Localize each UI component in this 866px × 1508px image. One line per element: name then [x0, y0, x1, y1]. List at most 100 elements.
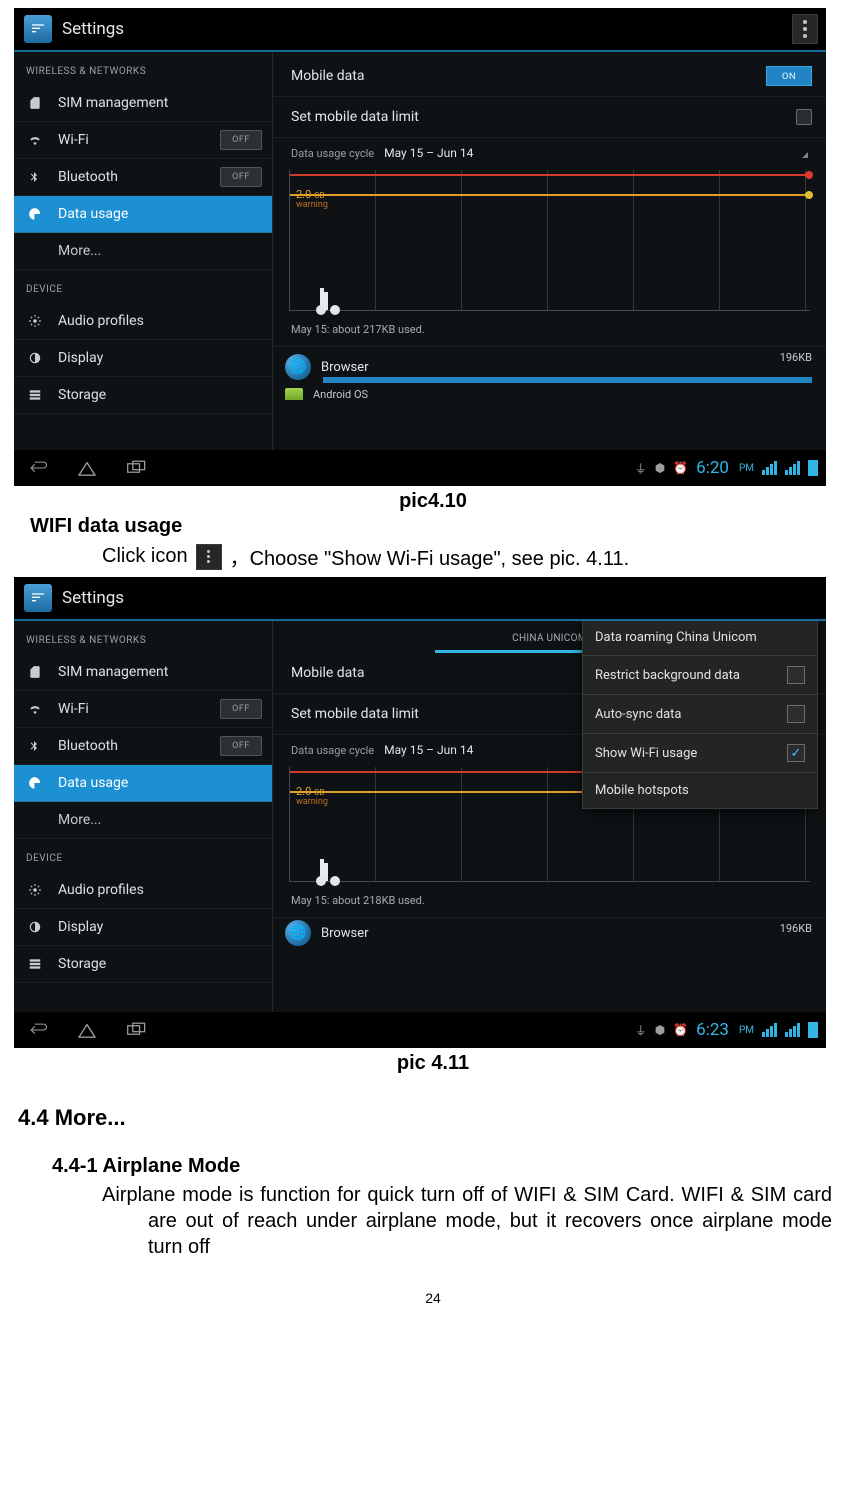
instr-pre: Click icon [102, 545, 188, 568]
settings-icon [24, 584, 52, 612]
menu-restrict-background[interactable]: Restrict background data [583, 656, 817, 695]
row-cycle[interactable]: Data usage cycle May 15 – Jun 14 [273, 138, 826, 164]
bluetooth-toggle[interactable]: OFF [220, 736, 262, 756]
home-button[interactable] [74, 455, 100, 481]
overflow-menu-button[interactable] [792, 14, 818, 44]
sidebar-item-storage[interactable]: Storage [14, 377, 272, 414]
range-handle-left[interactable] [316, 876, 326, 886]
sidebar-item-display[interactable]: Display [14, 340, 272, 377]
clock-time: 6:23 [696, 1020, 729, 1040]
sidebar-item-wifi[interactable]: Wi-Fi OFF [14, 122, 272, 159]
page-number: 24 [12, 1290, 854, 1306]
recents-button[interactable] [124, 1017, 150, 1043]
app-name: Android OS [313, 388, 368, 401]
sidebar-item-data-usage[interactable]: Data usage [14, 765, 272, 802]
home-button[interactable] [74, 1017, 100, 1043]
bluetooth-icon [28, 170, 46, 184]
set-limit-checkbox[interactable] [796, 109, 812, 125]
clock-time: 6:20 [696, 458, 729, 478]
mobile-data-toggle[interactable]: ON [766, 66, 812, 86]
row-mobile-data[interactable]: Mobile data ON [273, 56, 826, 97]
section-4-4: 4.4 More... [18, 1105, 854, 1131]
menu-auto-sync[interactable]: Auto-sync data [583, 695, 817, 734]
sidebar-item-more[interactable]: More... [14, 233, 272, 270]
sidebar-item-bluetooth[interactable]: Bluetooth OFF [14, 159, 272, 196]
sim-icon [28, 665, 46, 679]
limit-handle[interactable] [805, 171, 813, 179]
sidebar-item-display[interactable]: Display [14, 909, 272, 946]
range-handle-left[interactable] [316, 305, 326, 315]
status-tray[interactable]: ⏚ ⬢ ⏰ 6:20PM [635, 450, 818, 486]
range-handle-right[interactable] [330, 305, 340, 315]
sidebar-item-audio[interactable]: Audio profiles [14, 303, 272, 340]
app-usage-row-browser[interactable]: 🌐 Browser 196KB [273, 917, 826, 946]
limit-line[interactable] [290, 174, 810, 176]
sidebar-item-audio[interactable]: Audio profiles [14, 872, 272, 909]
back-button[interactable] [24, 455, 50, 481]
checkbox-show-wifi[interactable]: ✓ [787, 744, 805, 762]
wifi-icon [28, 702, 46, 716]
debug-icon: ⬢ [655, 461, 665, 475]
sidebar-item-label: SIM management [58, 95, 168, 111]
section-label-device: DEVICE [14, 270, 272, 303]
warning-label: warning [296, 797, 328, 807]
menu-data-roaming[interactable]: Data roaming China Unicom [583, 621, 817, 656]
overflow-menu: Data roaming China Unicom Restrict backg… [582, 621, 818, 809]
app-title: Settings [62, 588, 124, 608]
app-usage-row-browser[interactable]: 🌐 Browser 196KB [273, 346, 826, 385]
sidebar-item-label: Storage [58, 956, 106, 972]
figure-caption-1: pic4.10 [12, 490, 854, 513]
battery-icon [808, 1022, 818, 1038]
cycle-label: Data usage cycle [291, 147, 374, 160]
sidebar-item-data-usage[interactable]: Data usage [14, 196, 272, 233]
menu-mobile-hotspots[interactable]: Mobile hotspots [583, 773, 817, 808]
android-icon [285, 388, 303, 400]
menu-item-label: Restrict background data [595, 668, 740, 683]
checkbox-autosync[interactable] [787, 705, 805, 723]
display-icon [28, 920, 46, 934]
sidebar-item-sim[interactable]: SIM management [14, 654, 272, 691]
row-label: Mobile data [291, 68, 364, 84]
status-tray[interactable]: ⏚ ⬢ ⏰ 6:23PM [635, 1012, 818, 1048]
menu-show-wifi-usage[interactable]: Show Wi-Fi usage ✓ [583, 734, 817, 773]
overflow-icon-inline [196, 544, 222, 570]
system-navbar: ⏚ ⬢ ⏰ 6:20PM [14, 450, 826, 486]
instruction-line: Click icon ，Choose "Show Wi-Fi usage", s… [102, 542, 854, 571]
alarm-icon: ⏰ [673, 1023, 688, 1037]
bluetooth-toggle[interactable]: OFF [220, 167, 262, 187]
battery-icon [808, 460, 818, 476]
sidebar: WIRELESS & NETWORKS SIM management Wi-Fi… [14, 52, 273, 450]
audio-icon [28, 883, 46, 897]
section-label-wireless: WIRELESS & NETWORKS [14, 52, 272, 85]
recents-button[interactable] [124, 455, 150, 481]
sidebar-item-more[interactable]: More... [14, 802, 272, 839]
cycle-label: Data usage cycle [291, 744, 374, 757]
app-usage-row-androidos[interactable]: Android OS [273, 385, 826, 401]
warning-line[interactable] [290, 194, 810, 196]
warning-handle[interactable] [805, 191, 813, 199]
signal-icon [762, 1023, 777, 1037]
sidebar-item-wifi[interactable]: Wi-Fi OFF [14, 691, 272, 728]
wifi-toggle[interactable]: OFF [220, 699, 262, 719]
menu-item-label: Show Wi-Fi usage [595, 746, 697, 761]
sidebar-item-sim[interactable]: SIM management [14, 85, 272, 122]
row-label: Set mobile data limit [291, 706, 419, 722]
sidebar-item-bluetooth[interactable]: Bluetooth OFF [14, 728, 272, 765]
bluetooth-icon [28, 739, 46, 753]
usage-chart[interactable]: 2.0 GB warning [289, 170, 810, 311]
main-panel: Mobile data ON Set mobile data limit Dat… [273, 52, 826, 450]
wifi-toggle[interactable]: OFF [220, 130, 262, 150]
alarm-icon: ⏰ [673, 461, 688, 475]
back-button[interactable] [24, 1017, 50, 1043]
range-handle-right[interactable] [330, 876, 340, 886]
sidebar-item-label: SIM management [58, 664, 168, 680]
sidebar-item-label: Data usage [58, 206, 128, 222]
wifi-icon [28, 133, 46, 147]
row-set-limit[interactable]: Set mobile data limit [273, 97, 826, 138]
checkbox-restrict[interactable] [787, 666, 805, 684]
airplane-mode-paragraph: Airplane mode is function for quick turn… [102, 1182, 832, 1260]
screenshot-1: Settings WIRELESS & NETWORKS SIM managem… [14, 8, 826, 486]
sidebar-item-storage[interactable]: Storage [14, 946, 272, 983]
menu-item-label: Data roaming China Unicom [595, 630, 757, 645]
sidebar-item-label: More... [58, 812, 101, 828]
